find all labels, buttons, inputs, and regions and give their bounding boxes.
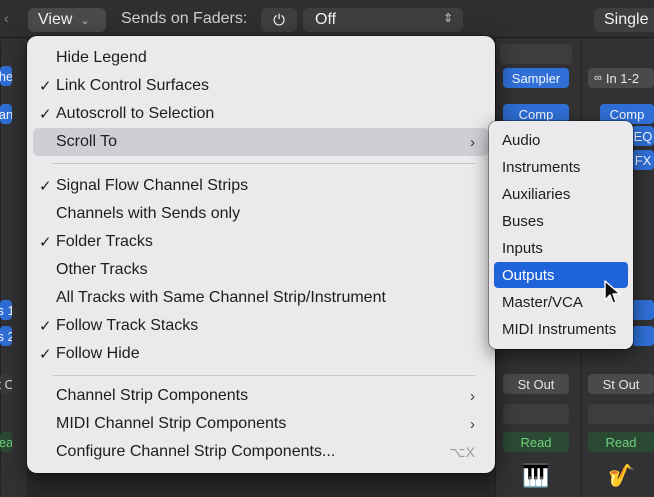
keyboard-shortcut: ⌥X — [449, 443, 475, 460]
left-strip-chip[interactable]: ea — [0, 432, 12, 452]
instrument-plugin-slot[interactable]: Sampler — [503, 68, 569, 88]
menu-item-label: Link Control Surfaces — [56, 77, 209, 94]
mixer-toolbar: ‹ View ⌄ Sends on Faders: ⏻ Off ⇕ Single — [0, 0, 654, 38]
sends-selector[interactable]: Off ⇕ — [303, 8, 463, 32]
automation-mode-button[interactable]: Read — [588, 432, 654, 452]
submenu-item-audio[interactable]: Audio — [494, 127, 628, 153]
checkmark-icon: ✓ — [39, 106, 52, 123]
grand-piano-icon[interactable]: 🎹 — [506, 458, 566, 494]
menu-item-label: Signal Flow Channel Strips — [56, 177, 249, 194]
saxophone-icon[interactable]: 🎷 — [592, 458, 652, 494]
chevron-down-icon: ⌄ — [80, 14, 90, 27]
menu-item-label: Channel Strip Components — [56, 387, 249, 404]
menu-item-folder-tracks[interactable]: ✓ Folder Tracks — [33, 228, 489, 256]
submenu-item-auxiliaries[interactable]: Auxiliaries — [494, 181, 628, 207]
menu-item-label: MIDI Channel Strip Components — [56, 415, 287, 432]
menu-item-label: Autoscroll to Selection — [56, 105, 215, 122]
checkmark-icon: ✓ — [39, 318, 52, 335]
strip-slot — [503, 404, 569, 424]
sends-on-faders-label: Sends on Faders: — [121, 10, 248, 27]
menu-item-all-tracks-same-instrument[interactable]: All Tracks with Same Channel Strip/Instr… — [33, 284, 489, 312]
menu-item-label: Other Tracks — [56, 261, 148, 278]
mouse-pointer-icon — [604, 280, 621, 304]
menu-item-label: Folder Tracks — [56, 233, 153, 250]
view-dropdown-menu: Hide Legend ✓ Link Control Surfaces ✓ Au… — [27, 36, 495, 473]
submenu-item-instruments[interactable]: Instruments — [494, 154, 628, 180]
left-strip-chip[interactable]: he — [0, 66, 12, 86]
menu-separator — [53, 163, 475, 164]
chevron-right-icon: › — [470, 387, 475, 405]
view-menu-button[interactable]: View ⌄ — [28, 8, 106, 32]
output-slot[interactable]: St Out — [503, 374, 569, 394]
sends-selector-value: Off — [315, 11, 337, 28]
menu-item-autoscroll-to-selection[interactable]: ✓ Autoscroll to Selection — [33, 100, 489, 128]
left-strip-chip[interactable]: t O — [0, 374, 12, 394]
menu-item-channels-with-sends-only[interactable]: Channels with Sends only — [33, 200, 489, 228]
checkmark-icon: ✓ — [39, 346, 52, 363]
menu-item-hide-legend[interactable]: Hide Legend — [33, 44, 489, 72]
menu-item-follow-track-stacks[interactable]: ✓ Follow Track Stacks — [33, 312, 489, 340]
checkmark-icon: ✓ — [39, 178, 52, 195]
menu-item-label: Follow Hide — [56, 345, 140, 362]
menu-item-signal-flow-channel-strips[interactable]: ✓ Signal Flow Channel Strips — [33, 172, 489, 200]
menu-item-label: Follow Track Stacks — [56, 317, 199, 334]
audio-fx-slot[interactable]: FX — [632, 150, 654, 170]
sends-power-button[interactable]: ⏻ — [261, 8, 297, 32]
automation-mode-button[interactable]: Read — [503, 432, 569, 452]
input-slot-label: In 1-2 — [605, 70, 640, 86]
view-menu-label: View — [38, 11, 73, 28]
menu-item-channel-strip-components[interactable]: Channel Strip Components › — [33, 382, 489, 410]
chevron-right-icon: › — [470, 415, 475, 433]
menu-item-link-control-surfaces[interactable]: ✓ Link Control Surfaces — [33, 72, 489, 100]
menu-item-midi-channel-strip-components[interactable]: MIDI Channel Strip Components › — [33, 410, 489, 438]
layout-selector-value: Single — [604, 11, 649, 28]
chevron-right-icon: › — [470, 133, 475, 151]
send-slot[interactable] — [632, 326, 654, 346]
send-slot[interactable] — [632, 300, 654, 320]
menu-item-configure-channel-strip-components[interactable]: Configure Channel Strip Components... ⌥X — [33, 438, 489, 466]
menu-item-other-tracks[interactable]: Other Tracks — [33, 256, 489, 284]
left-strip-chip[interactable]: an — [0, 104, 12, 124]
layout-selector[interactable]: Single — [594, 8, 654, 32]
menu-item-scroll-to[interactable]: Scroll To › — [33, 128, 489, 156]
menu-item-follow-hide[interactable]: ✓ Follow Hide — [33, 340, 489, 368]
menu-item-label: Channels with Sends only — [56, 205, 241, 222]
power-icon: ⏻ — [273, 11, 285, 29]
output-slot[interactable]: St Out — [588, 374, 654, 394]
submenu-item-inputs[interactable]: Inputs — [494, 235, 628, 261]
checkmark-icon: ✓ — [39, 234, 52, 251]
left-strip-chip[interactable]: s 2 — [0, 326, 12, 346]
submenu-item-buses[interactable]: Buses — [494, 208, 628, 234]
left-strip-chip[interactable]: s 1 — [0, 300, 12, 320]
checkmark-icon: ✓ — [39, 78, 52, 95]
input-slot[interactable]: ∞ In 1-2 — [588, 68, 654, 88]
audio-fx-slot[interactable]: EQ — [632, 126, 654, 146]
menu-item-label: Scroll To — [56, 133, 118, 150]
stereo-link-icon: ∞ — [594, 72, 602, 84]
menu-item-label: All Tracks with Same Channel Strip/Instr… — [56, 289, 386, 306]
scroll-to-submenu: Audio Instruments Auxiliaries Buses Inpu… — [489, 121, 633, 349]
strip-slot — [588, 404, 654, 424]
submenu-item-midi-instruments[interactable]: MIDI Instruments — [494, 316, 628, 342]
up-down-chevron-icon: ⇕ — [442, 11, 453, 25]
menu-separator — [53, 375, 475, 376]
menu-item-label: Hide Legend — [56, 49, 147, 66]
menu-item-label: Configure Channel Strip Components... — [56, 443, 336, 460]
chevron-left-icon[interactable]: ‹ — [4, 10, 9, 26]
strip-slot — [500, 44, 572, 64]
